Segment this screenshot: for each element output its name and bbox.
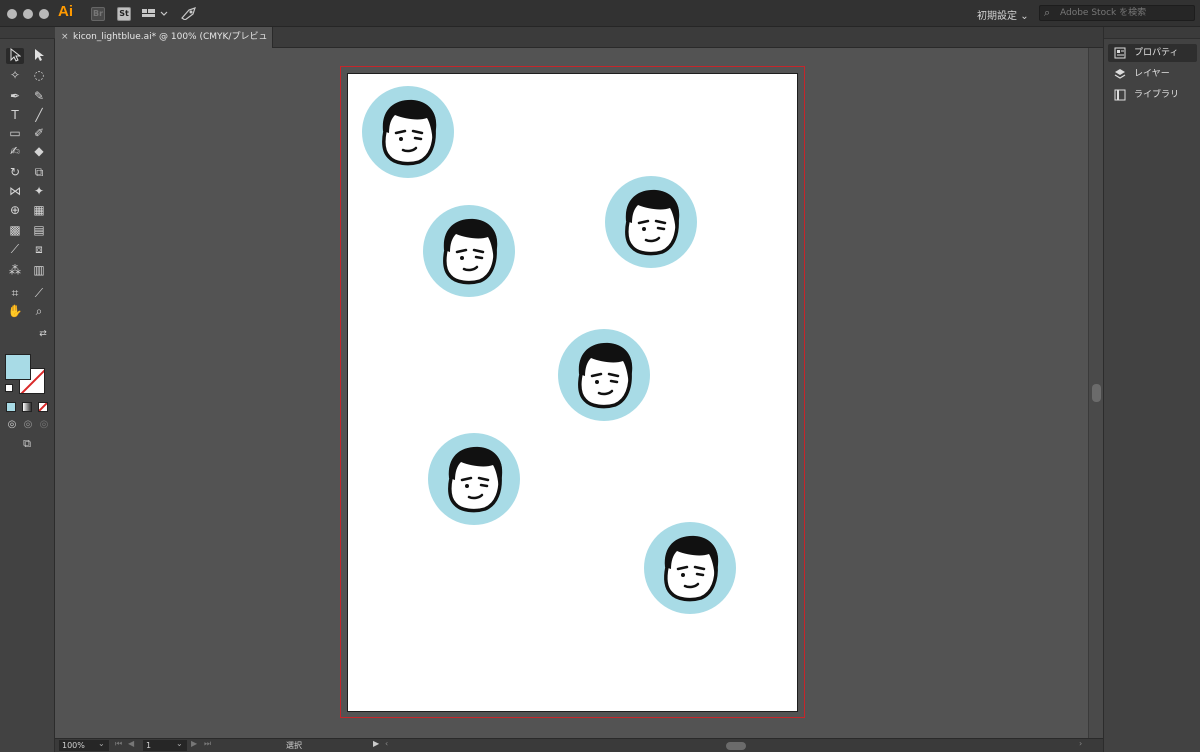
scale-tool-icon[interactable]: ⧉ [30, 164, 48, 180]
paintbrush-tool-icon[interactable]: ✐ [30, 125, 48, 141]
close-window-icon[interactable] [7, 9, 17, 19]
horizontal-scroll-thumb[interactable] [726, 742, 746, 750]
properties-icon [1114, 47, 1126, 59]
direct-selection-tool-icon[interactable] [30, 48, 48, 64]
type-tool-icon[interactable]: T [6, 107, 24, 123]
document-tabbar: × kicon_lightblue.ai* @ 100% (CMYK/プレビュー… [55, 27, 1103, 63]
slice-tool-icon[interactable]: ⟋ [30, 285, 48, 301]
panel-tab-properties[interactable]: プロパティ [1108, 44, 1197, 62]
last-artboard-icon[interactable]: ⏭ [204, 739, 211, 749]
panel-grip[interactable] [1104, 27, 1200, 39]
hand-tool-icon[interactable]: ✋ [6, 303, 24, 319]
face-avatar-icon[interactable] [427, 432, 521, 526]
tools-panel: ✧ ◌ ✒ ✎ T ╱ ▭ ✐ ✍ ◆ ↻ ⧉ ⋈ ✦ ⊕ ▦ ▩ ▤ ⟋ ⧈ … [0, 27, 55, 752]
perspective-grid-tool-icon[interactable]: ▦ [30, 202, 48, 218]
arrange-documents-icon [142, 9, 168, 17]
scroll-left-icon[interactable]: ‹ [385, 739, 388, 748]
layers-icon [1114, 69, 1126, 79]
curvature-tool-icon[interactable]: ✎ [30, 88, 48, 104]
width-tool-icon[interactable]: ⋈ [6, 183, 24, 199]
draw-inside-icon[interactable]: ◎ [35, 417, 53, 433]
previous-artboard-icon[interactable]: ◀ [128, 739, 134, 748]
artboard-tool-icon[interactable]: ⌗ [6, 285, 24, 301]
selection-tool-icon[interactable] [6, 47, 24, 64]
stock-button[interactable]: St [117, 6, 131, 21]
fill-swatch[interactable] [5, 354, 31, 380]
face-avatar-icon[interactable] [643, 521, 737, 615]
eyedropper-tool-icon[interactable]: ⟋ [6, 241, 24, 257]
status-tool-label: 選択 [286, 741, 302, 750]
libraries-icon [1114, 89, 1126, 101]
document-tab[interactable]: × kicon_lightblue.ai* @ 100% (CMYK/プレビュー… [55, 27, 273, 63]
right-panel-dock: プロパティ レイヤー ライブラリ [1103, 27, 1200, 752]
artboard-dropdown-icon[interactable]: ⌄ [176, 739, 183, 748]
blend-tool-icon[interactable]: ⧈ [30, 241, 48, 257]
panel-tab-libraries[interactable]: ライブラリ [1108, 86, 1197, 104]
color-mode-icon[interactable] [6, 402, 16, 412]
minimize-window-icon[interactable] [23, 9, 33, 19]
magic-wand-tool-icon[interactable]: ✧ [6, 67, 24, 83]
face-avatar-icon[interactable] [604, 175, 698, 269]
close-tab-icon[interactable]: × [61, 27, 69, 48]
bridge-button[interactable]: Br [91, 6, 105, 21]
statusbar: 100% ⌄ ⏮ ◀ 1 ⌄ ▶ ⏭ 選択 ▶ ‹ › [55, 738, 1103, 752]
pen-tool-icon[interactable]: ✒ [6, 88, 24, 104]
none-mode-icon[interactable] [38, 402, 48, 412]
zoom-tool-icon[interactable]: ⌕ [30, 303, 48, 319]
zoom-window-icon[interactable] [39, 9, 49, 19]
app-menubar: Ai Br St 初期設定 ⌄ ⌕ Adobe Stock を検索 [0, 0, 1200, 27]
artboard[interactable] [347, 73, 798, 712]
column-graph-tool-icon[interactable]: ▥ [30, 262, 48, 278]
vertical-scrollbar[interactable] [1088, 48, 1103, 738]
panel-tab-layers[interactable]: レイヤー [1108, 65, 1197, 83]
rotate-tool-icon[interactable]: ↻ [6, 164, 24, 180]
gpu-performance-button[interactable] [180, 6, 198, 21]
eraser-tool-icon[interactable]: ◆ [30, 143, 48, 159]
app-logo: Ai [58, 3, 73, 20]
rocket-icon [181, 7, 196, 21]
stock-search-input[interactable]: ⌕ Adobe Stock を検索 [1039, 5, 1195, 21]
status-menu-arrow-icon[interactable]: ▶ [373, 739, 379, 748]
first-artboard-icon[interactable]: ⏮ [115, 739, 122, 749]
zoom-dropdown-icon[interactable]: ⌄ [98, 739, 105, 748]
workspace-switcher[interactable]: 初期設定 ⌄ [977, 7, 1029, 22]
chevron-down-icon: ⌄ [1020, 11, 1029, 22]
face-avatar-icon[interactable] [422, 204, 516, 298]
face-avatar-icon[interactable] [361, 85, 455, 179]
screen-mode-icon[interactable]: ⧉ [18, 436, 36, 452]
gradient-mode-icon[interactable] [22, 402, 32, 412]
line-tool-icon[interactable]: ╱ [30, 107, 48, 123]
rectangle-tool-icon[interactable]: ▭ [6, 125, 24, 141]
shape-builder-tool-icon[interactable]: ⊕ [6, 202, 24, 218]
symbol-sprayer-tool-icon[interactable]: ⁂ [6, 262, 24, 278]
default-colors-icon[interactable] [5, 384, 13, 392]
swap-colors-icon[interactable]: ⇄ [34, 326, 52, 342]
search-icon: ⌕ [1044, 6, 1051, 19]
scroll-right-icon[interactable]: › [1079, 739, 1082, 748]
next-artboard-icon[interactable]: ▶ [191, 739, 197, 748]
illustrator-window: Ai Br St 初期設定 ⌄ ⌕ Adobe Stock を検索 ✧ ◌ ✒ … [0, 0, 1200, 752]
vertical-scroll-thumb[interactable] [1092, 384, 1101, 402]
panel-grip[interactable] [0, 27, 55, 39]
arrange-documents-button[interactable] [142, 6, 170, 20]
face-avatar-icon[interactable] [557, 328, 651, 422]
gradient-tool-icon[interactable]: ▤ [30, 222, 48, 238]
shaper-tool-icon[interactable]: ✍ [6, 143, 24, 159]
puppet-warp-tool-icon[interactable]: ✦ [30, 183, 48, 199]
mesh-tool-icon[interactable]: ▩ [6, 222, 24, 238]
canvas-area[interactable] [55, 48, 1088, 738]
lasso-tool-icon[interactable]: ◌ [30, 67, 48, 83]
